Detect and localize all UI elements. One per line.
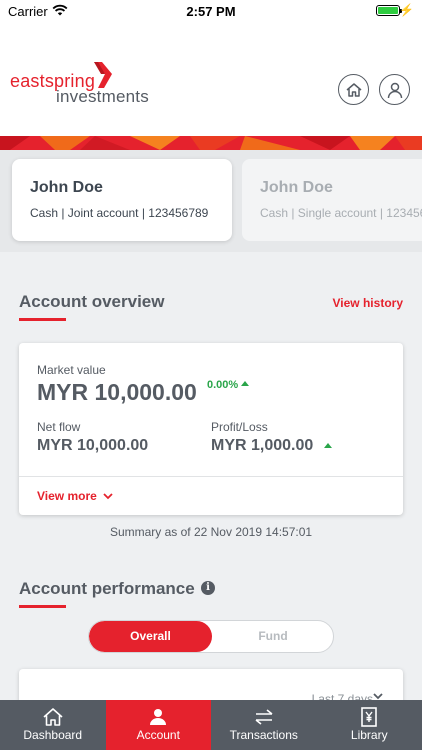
tab-account[interactable]: Account: [105, 700, 211, 750]
brand-banner: [0, 136, 422, 150]
tab-overall[interactable]: Overall: [89, 621, 212, 652]
profit-loss-label: Profit/Loss: [211, 420, 268, 434]
charging-icon: ⚡: [399, 3, 414, 17]
account-details: Cash | Single account | 123456789: [260, 206, 422, 220]
view-more-label: View more: [37, 489, 97, 503]
chevron-down-icon[interactable]: [373, 693, 383, 700]
home-icon: [346, 82, 361, 97]
info-icon[interactable]: i: [201, 581, 215, 595]
section-underline: [19, 605, 66, 608]
net-flow-value: MYR 10,000.00: [37, 437, 149, 454]
market-change-value: 0.00%: [207, 379, 239, 391]
section-underline: [19, 318, 66, 321]
dashboard-icon: [43, 708, 63, 726]
library-icon: [361, 707, 378, 727]
market-value-label: Market value: [37, 363, 106, 377]
logo-word-investments: investments: [56, 87, 149, 106]
divider: [19, 476, 403, 477]
account-overview-title: Account overview: [19, 292, 165, 311]
home-button[interactable]: [338, 74, 369, 105]
account-card[interactable]: John Doe Cash | Single account | 1234567…: [242, 159, 422, 241]
market-change: 0.00%: [207, 379, 250, 391]
status-bar: Carrier 2:57 PM ⚡: [0, 0, 422, 22]
profit-loss-value: MYR 1,000.00: [211, 437, 314, 454]
clock: 2:57 PM: [186, 4, 236, 19]
profile-button[interactable]: [379, 74, 410, 105]
up-arrow-icon: [323, 443, 332, 448]
summary-timestamp: Summary as of 22 Nov 2019 14:57:01: [109, 525, 313, 539]
account-holder-name: John Doe: [30, 179, 103, 196]
tab-library[interactable]: Library: [317, 700, 422, 750]
logo-chevron-icon: [94, 62, 112, 88]
account-details: Cash | Joint account | 123456789: [30, 206, 209, 220]
bottom-tab-bar: Dashboard Account Transactions Library: [0, 700, 422, 750]
tab-fund[interactable]: Fund: [212, 621, 333, 652]
account-icon: [150, 709, 167, 725]
tab-label: Transactions: [229, 728, 298, 742]
profit-loss: MYR 1,000.00: [211, 437, 332, 455]
tab-label: Account: [136, 728, 180, 742]
market-value: MYR 10,000.00: [37, 379, 197, 405]
tab-dashboard[interactable]: Dashboard: [0, 700, 106, 750]
performance-toggle: Overall Fund: [88, 620, 334, 653]
tab-label: Library: [350, 728, 388, 742]
tab-transactions[interactable]: Transactions: [211, 700, 317, 750]
account-selector: John Doe Cash | Joint account | 12345678…: [0, 150, 422, 252]
transactions-icon: [255, 709, 273, 725]
eastspring-logo: eastspring investments: [10, 62, 170, 112]
net-flow-label: Net flow: [37, 420, 81, 434]
up-arrow-icon: [241, 381, 250, 386]
view-history-link[interactable]: View history: [333, 296, 403, 310]
app-header: eastspring investments: [0, 22, 422, 136]
battery-icon: [376, 5, 402, 16]
account-overview-card: Market value MYR 10,000.00 0.00% Net flo…: [19, 343, 403, 515]
chevron-down-icon: [103, 493, 113, 500]
profile-icon: [387, 82, 402, 98]
tab-label: Dashboard: [23, 728, 83, 742]
account-card-selected[interactable]: John Doe Cash | Joint account | 12345678…: [12, 159, 232, 241]
account-performance-title: Account performance: [19, 579, 195, 598]
view-more-button[interactable]: View more: [37, 489, 113, 503]
account-holder-name: John Doe: [260, 179, 333, 196]
